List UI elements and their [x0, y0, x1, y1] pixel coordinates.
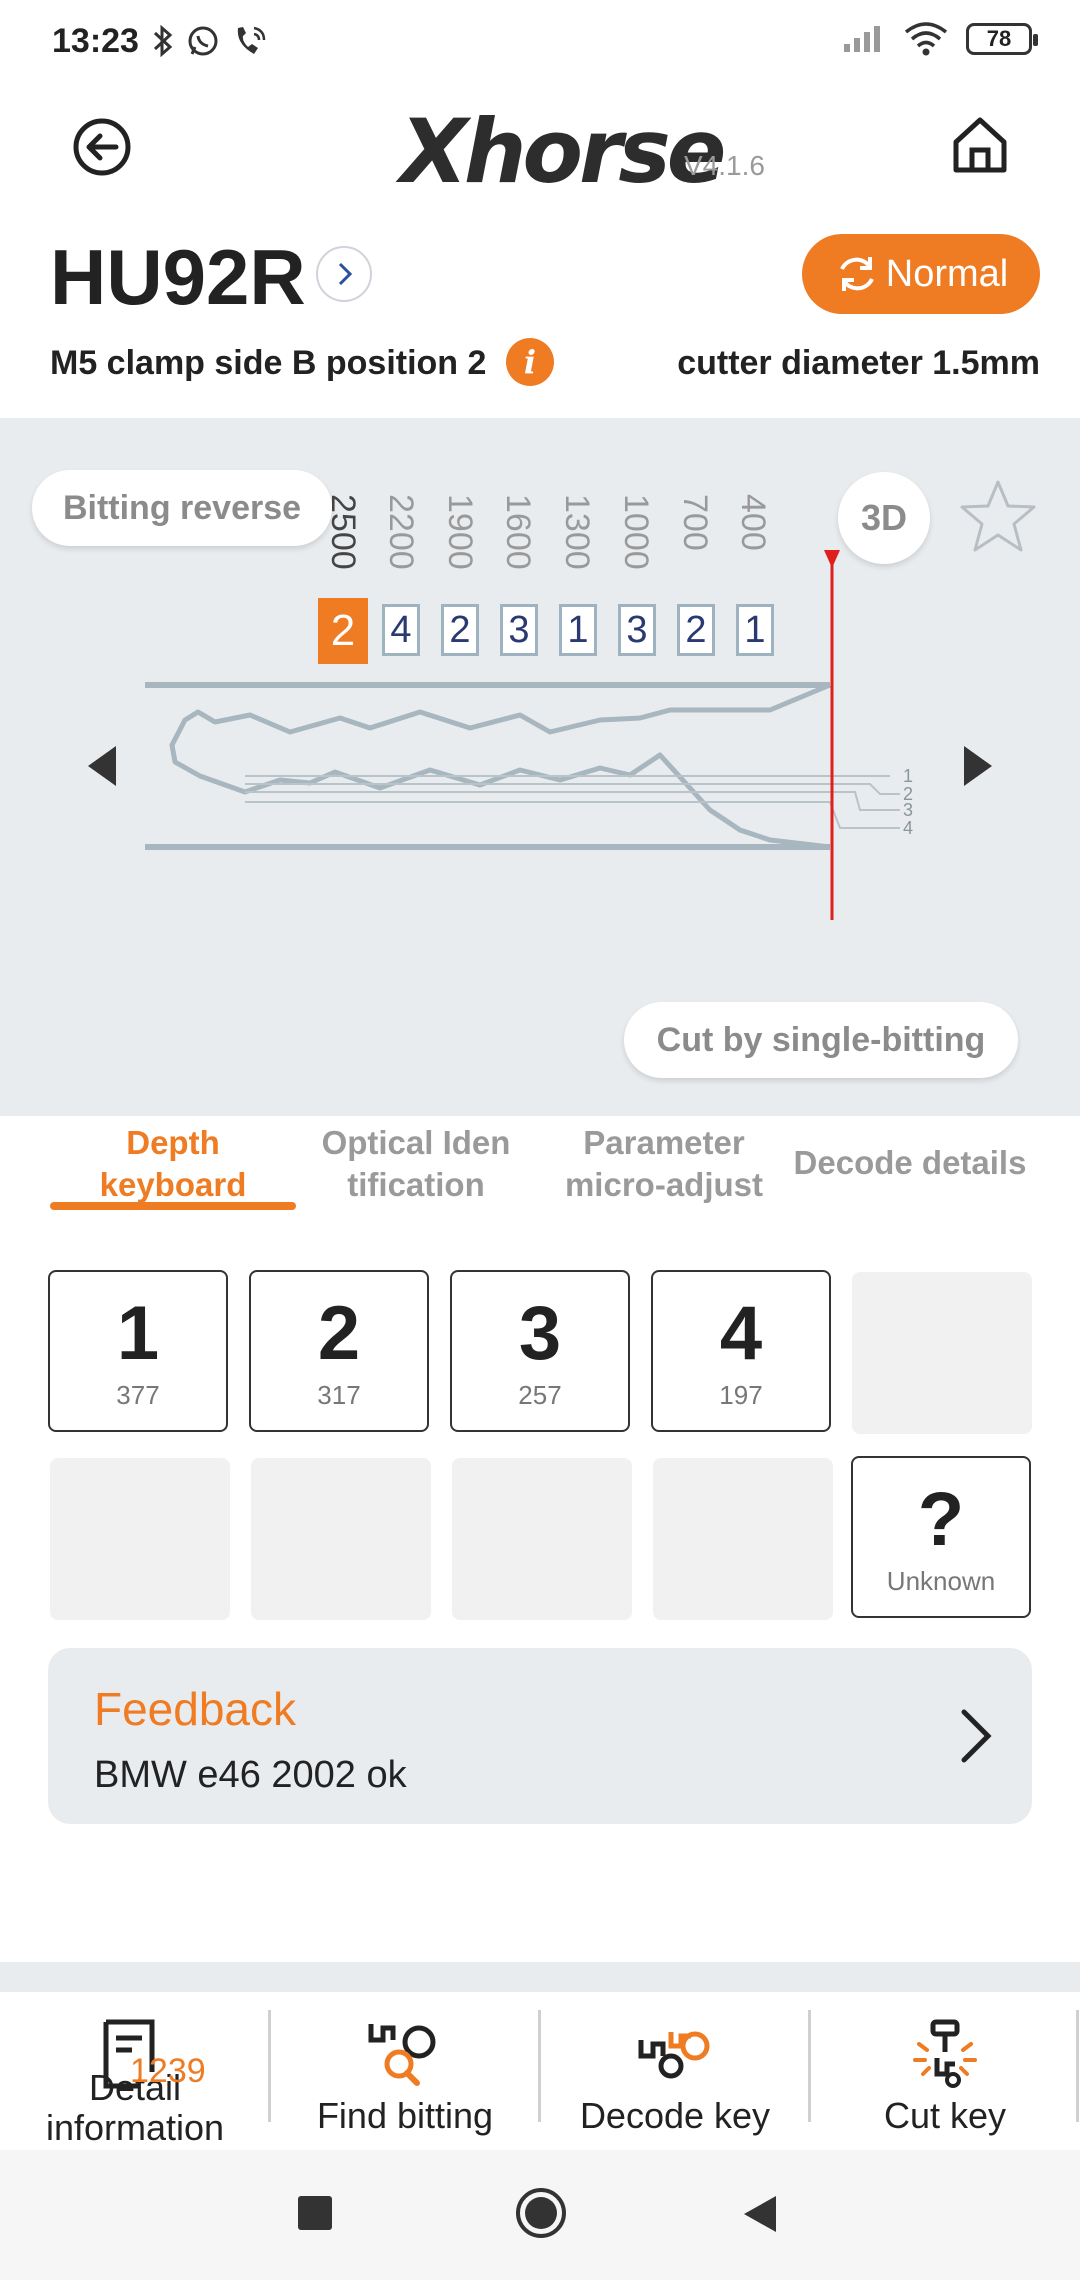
- xhorse-logo: Xhorse: [400, 100, 726, 203]
- nav-label: Cut key: [883, 2095, 1007, 2136]
- whatsapp-icon: [188, 26, 218, 56]
- cut-by-single-bitting-button[interactable]: Cut by single-bitting: [624, 1002, 1018, 1078]
- key-detail-chevron-icon[interactable]: [316, 246, 372, 302]
- active-tab-indicator: [50, 1202, 296, 1210]
- mode-label: Normal: [885, 252, 1009, 295]
- depth-level-label: 3: [903, 800, 913, 820]
- depth-level-label: 1: [903, 766, 913, 786]
- cutter-info: cutter diameter 1.5mm: [677, 344, 1040, 382]
- status-icons-right: 78: [842, 22, 1038, 56]
- depth-key-3[interactable]: 3 257: [450, 1270, 630, 1432]
- signal-icon: [844, 26, 880, 52]
- system-navigation-bar: [0, 2150, 1080, 2280]
- home-icon[interactable]: [948, 112, 1012, 176]
- tab-label: Optical Iden: [321, 1124, 511, 1161]
- empty-key-slot: [50, 1458, 230, 1620]
- nav-find-bitting[interactable]: Find bitting: [270, 2018, 540, 2148]
- previous-arrow-icon[interactable]: [86, 744, 118, 788]
- recent-apps-icon[interactable]: [298, 2196, 332, 2230]
- unknown-depth-key[interactable]: ? Unknown: [851, 1456, 1031, 1618]
- key-profile-drawing: 1 2 3 4: [145, 550, 913, 920]
- tab-parameter-micro-adjust[interactable]: Parameter micro-adjust: [544, 1122, 784, 1206]
- empty-key-slot: [452, 1458, 632, 1620]
- next-arrow-icon[interactable]: [962, 744, 994, 788]
- tab-label: Parameter: [583, 1124, 745, 1161]
- depth-key-sub: 377: [116, 1379, 160, 1410]
- feedback-text: BMW e46 2002 ok: [94, 1754, 407, 1796]
- depth-key-1[interactable]: 1 377: [48, 1270, 228, 1432]
- depth-key-value: 4: [719, 1290, 763, 1376]
- tab-label: Decode details: [793, 1144, 1027, 1181]
- nav-cut-key[interactable]: Cut key: [810, 2018, 1080, 2148]
- battery-icon: 78: [966, 23, 1038, 55]
- nav-detail-information[interactable]: 1239 Detail information: [0, 2018, 270, 2148]
- bluetooth-icon: [153, 24, 173, 58]
- depth-key-sub: 197: [719, 1379, 763, 1410]
- detail-icon-wrap: 1239: [70, 2018, 206, 2090]
- empty-key-slot: [852, 1272, 1032, 1434]
- feedback-card[interactable]: [48, 1648, 1032, 1824]
- nav-separator: [1076, 2010, 1079, 2122]
- mode-toggle-button[interactable]: Normal: [802, 234, 1040, 314]
- empty-key-slot: [653, 1458, 833, 1620]
- depth-guide-lines: [245, 775, 900, 829]
- tab-label: tification: [347, 1166, 485, 1203]
- nav-decode-key[interactable]: Decode key: [540, 2018, 810, 2148]
- key-blade-tip: [169, 682, 831, 850]
- depth-key-value: 2: [317, 1290, 361, 1376]
- clamp-info: M5 clamp side B position 2: [50, 344, 487, 382]
- chevron-right-icon[interactable]: [956, 1706, 996, 1766]
- depth-key-sub: 317: [317, 1379, 361, 1410]
- cut-key-icon: [913, 2019, 977, 2088]
- tab-label: Depth: [126, 1124, 220, 1161]
- depth-key-value: 1: [116, 1290, 160, 1376]
- unknown-symbol: ?: [917, 1476, 965, 1562]
- info-icon[interactable]: i: [506, 338, 554, 386]
- tab-label: micro-adjust: [564, 1166, 764, 1203]
- decode-key-icon: [638, 2031, 710, 2079]
- app-version: V4.1.6: [684, 150, 765, 181]
- key-title: HU92R: [50, 233, 306, 321]
- depth-key-sub: 257: [518, 1379, 562, 1410]
- back-arrow-icon[interactable]: [70, 115, 134, 179]
- cut-reference-marker: [824, 550, 840, 568]
- depth-key-2[interactable]: 2 317: [249, 1270, 429, 1432]
- tab-optical-identification[interactable]: Optical Iden tification: [306, 1122, 526, 1206]
- detail-count: 1239: [130, 2052, 206, 2090]
- refresh-icon: [839, 257, 874, 291]
- status-time: 13:23: [52, 22, 139, 60]
- nav-label: Decode key: [579, 2095, 771, 2136]
- status-icons-left: [152, 24, 268, 58]
- wifi-icon: [904, 22, 948, 56]
- home-circle-icon[interactable]: [514, 2186, 568, 2240]
- feedback-title: Feedback: [94, 1683, 297, 1735]
- unknown-label: Unknown: [886, 1565, 996, 1596]
- depth-key-4[interactable]: 4 197: [651, 1270, 831, 1432]
- nav-label: Find bitting: [316, 2095, 494, 2136]
- depth-level-label: 4: [903, 818, 913, 838]
- tab-depth-keyboard[interactable]: Depth keyboard: [50, 1122, 296, 1206]
- wifi-call-icon: [237, 26, 266, 54]
- tab-decode-details[interactable]: Decode details: [780, 1142, 1040, 1184]
- tab-label: keyboard: [99, 1166, 247, 1203]
- find-bitting-icon: [368, 2024, 436, 2086]
- empty-key-slot: [251, 1458, 431, 1620]
- section-divider: [0, 1962, 1080, 1992]
- back-triangle-icon[interactable]: [742, 2194, 778, 2234]
- favorite-star-icon[interactable]: [958, 476, 1038, 556]
- bitting-reverse-button[interactable]: Bitting reverse: [32, 470, 332, 546]
- depth-key-value: 3: [518, 1290, 562, 1376]
